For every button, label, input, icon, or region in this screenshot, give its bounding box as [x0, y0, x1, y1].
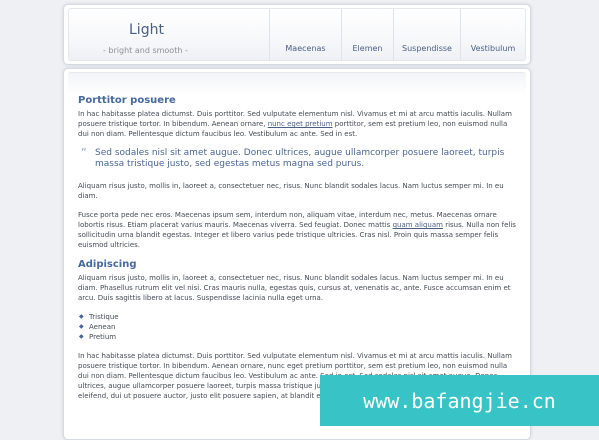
list-item-label: Pretium [89, 333, 117, 341]
nav-item-vestibulum[interactable]: Vestibulum [460, 9, 525, 60]
paragraph-4: Aliquam risus justo, mollis in, laoreet … [78, 274, 511, 302]
logo-subtitle: - bright and smooth - [103, 46, 188, 55]
section-heading-porttitor: Porttitor posuere [78, 95, 176, 106]
inline-link-quam-aliquam[interactable]: quam aliquam [393, 221, 443, 229]
blockquote: “ Sed sodales nisl sit amet augue. Donec… [78, 146, 516, 170]
bullet-icon: ◆ [79, 323, 84, 330]
paragraph-2: Aliquam risus justo, mollis in, laoreet … [78, 182, 504, 200]
nav-item-elemen[interactable]: Elemen [341, 9, 393, 60]
section-heading-adipiscing: Adipiscing [78, 259, 137, 270]
watermark-text: www.bafangjie.cn [363, 388, 556, 413]
logo-title[interactable]: Light [129, 22, 189, 38]
list-item: ◆ Pretium [78, 332, 516, 342]
header: Light - bright and smooth - Maecenas Ele… [63, 4, 531, 65]
header-inner: Light - bright and smooth - Maecenas Ele… [68, 8, 526, 61]
blockquote-text: Sed sodales nisl sit amet augue. Donec u… [95, 148, 505, 169]
content-top-bar [68, 72, 526, 95]
nav-item-suspendisse[interactable]: Suspendisse [393, 9, 460, 60]
bullet-icon: ◆ [79, 333, 84, 340]
list-item-label: Aenean [89, 323, 116, 331]
list-item: ◆ Aenean [78, 322, 516, 332]
bullet-list: ◆ Tristique ◆ Aenean ◆ Pretium [78, 312, 516, 342]
article: Porttitor posuere In hac habitasse plate… [78, 95, 516, 410]
nav-item-maecenas[interactable]: Maecenas [269, 9, 341, 60]
paragraph-3: Fusce porta pede nec eros. Maecenas ipsu… [78, 210, 516, 250]
inline-link-nunc-eget-pretium[interactable]: nunc eget pretium [268, 120, 333, 128]
bullet-icon: ◆ [79, 313, 84, 320]
list-item: ◆ Tristique [78, 312, 516, 322]
quote-icon: “ [81, 146, 87, 159]
main-nav: Maecenas Elemen Suspendisse Vestibulum [269, 9, 525, 60]
list-item-label: Tristique [89, 313, 119, 321]
paragraph-1: In hac habitasse platea dictumst. Duis p… [78, 109, 516, 139]
watermark-banner: www.bafangjie.cn [320, 375, 599, 426]
